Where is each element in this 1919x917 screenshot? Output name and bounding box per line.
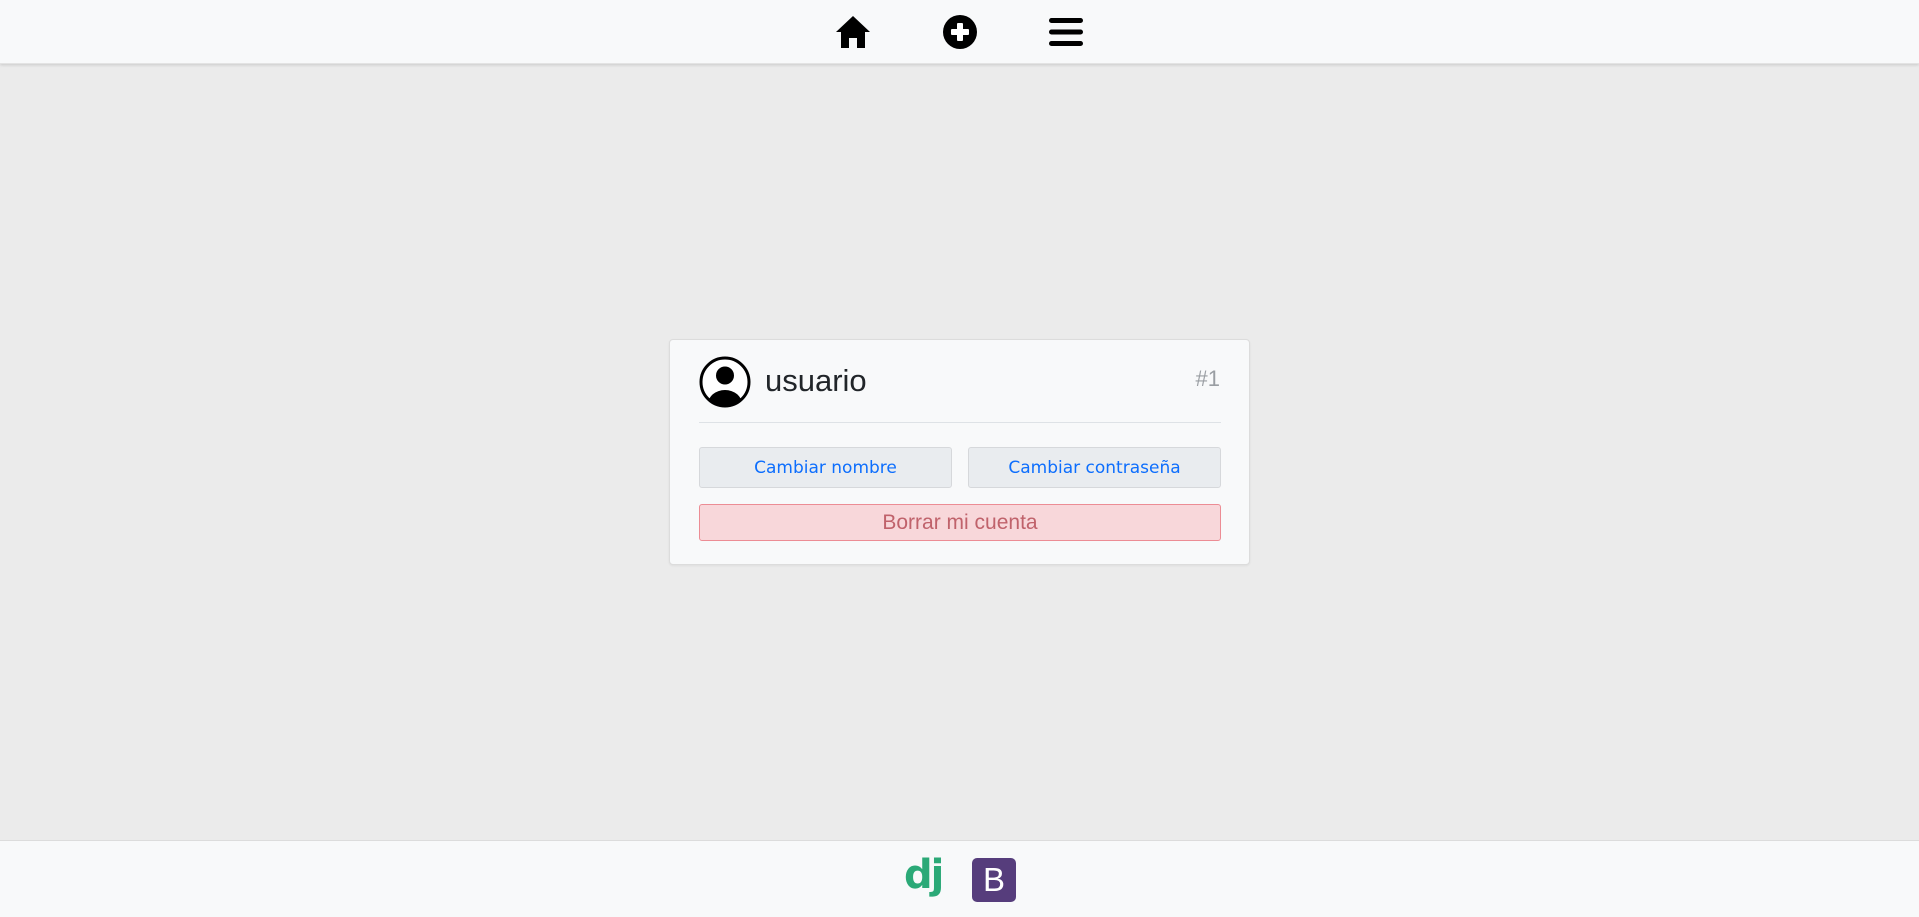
- username: usuario: [765, 363, 867, 398]
- user-id-label: #1: [1195, 366, 1220, 391]
- change-name-button[interactable]: Cambiar nombre: [699, 447, 952, 488]
- home-button[interactable]: [833, 12, 873, 52]
- menu-icon: [1049, 18, 1083, 46]
- menu-button[interactable]: [1046, 12, 1086, 52]
- bootstrap-logo[interactable]: B: [972, 858, 1016, 902]
- delete-account-button[interactable]: Borrar mi cuenta: [699, 504, 1221, 541]
- user-avatar-icon: [699, 356, 751, 408]
- profile-card: usuario #1 Cambiar nombre Cambiar contra…: [669, 339, 1250, 565]
- divider: [699, 422, 1221, 423]
- top-navbar: [0, 0, 1919, 64]
- change-password-button[interactable]: Cambiar contraseña: [968, 447, 1221, 488]
- home-icon: [836, 16, 870, 48]
- plus-circle-icon: [943, 15, 977, 49]
- footer: dj B: [0, 840, 1919, 917]
- django-logo[interactable]: dj: [904, 851, 944, 899]
- add-button[interactable]: [940, 12, 980, 52]
